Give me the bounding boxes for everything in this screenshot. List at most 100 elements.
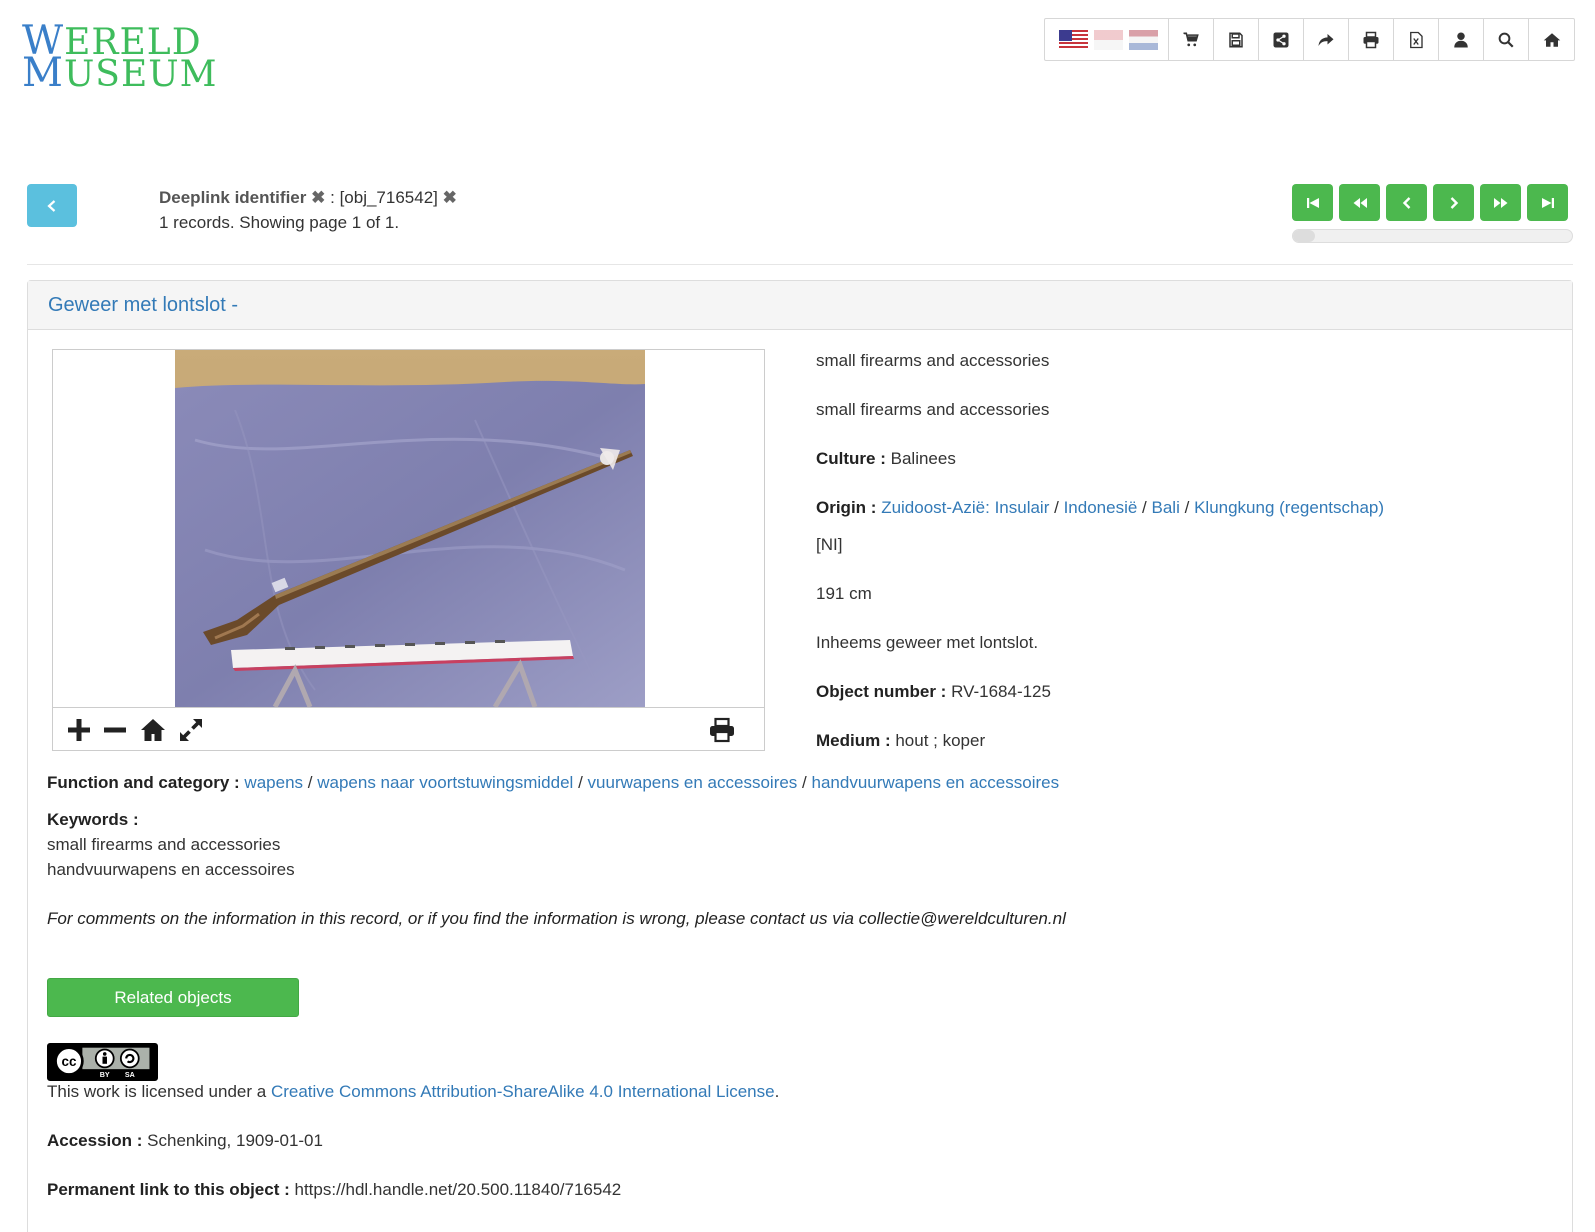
function-separator: / [578, 773, 583, 792]
results-summary: 1 records. Showing page 1 of 1. [159, 213, 400, 232]
fast-forward-button[interactable] [1480, 184, 1521, 221]
print-button[interactable] [1349, 19, 1394, 60]
share-button[interactable] [1259, 19, 1304, 60]
function-link-propulsion[interactable]: wapens naar voortstuwingsmiddel [317, 773, 573, 792]
chevron-left-icon [47, 199, 56, 212]
back-button[interactable] [27, 184, 77, 227]
matchlock-gun-image [175, 350, 645, 707]
search-button[interactable] [1484, 19, 1529, 60]
excel-icon [1410, 31, 1423, 48]
viewer-controls [53, 707, 764, 750]
user-icon [1454, 32, 1468, 47]
medium-value: hout ; koper [895, 731, 986, 750]
permalink-value[interactable]: https://hdl.handle.net/20.500.11840/7165… [295, 1180, 622, 1199]
cc-license-badge[interactable]: cc BY SA [47, 1043, 158, 1081]
description-text: Inheems geweer met lontslot. [816, 633, 1039, 652]
image-viewer[interactable] [52, 349, 765, 751]
search-criteria: Deeplink identifier ✖ : [obj_716542] ✖ 1… [159, 185, 457, 235]
page-progress-fill [1293, 230, 1316, 242]
keywords-field: Keywords : small firearms and accessorie… [47, 807, 295, 882]
first-page-button[interactable] [1292, 184, 1333, 221]
function-separator: / [802, 773, 807, 792]
object-number-label: Object number : [816, 682, 947, 701]
flag-indonesian-icon[interactable] [1094, 29, 1123, 50]
medium-field: Medium : hout ; koper [816, 729, 985, 753]
chevron-right-icon [1450, 196, 1458, 209]
forward-button[interactable] [1304, 19, 1349, 60]
creative-commons-icon: cc BY SA [52, 1045, 153, 1079]
home-icon [1543, 32, 1560, 47]
keyword-item: small firearms and accessories [47, 835, 281, 854]
record-title[interactable]: Geweer met lontslot - [28, 281, 1572, 330]
feedback-note: For comments on the information in this … [47, 909, 1066, 928]
print-image-icon[interactable] [708, 716, 736, 744]
medium-label: Medium : [816, 731, 891, 750]
origin-link-region[interactable]: Zuidoost-Azië: Insulair [881, 498, 1049, 517]
shopping-cart-button[interactable] [1169, 19, 1214, 60]
export-excel-button[interactable] [1394, 19, 1439, 60]
object-photo[interactable] [175, 350, 645, 707]
next-button[interactable] [1433, 184, 1474, 221]
origin-note: [NI] [816, 535, 843, 554]
criterion-label: Deeplink identifier [159, 188, 307, 207]
origin-label: Origin : [816, 498, 877, 517]
language-selector [1045, 19, 1169, 60]
permalink-label: Permanent link to this object : [47, 1180, 290, 1199]
culture-field: Culture : Balinees [816, 447, 956, 471]
license-link[interactable]: Creative Commons Attribution-ShareAlike … [271, 1082, 775, 1101]
fullscreen-icon[interactable] [177, 716, 205, 744]
flag-dutch-icon[interactable] [1129, 29, 1158, 50]
user-button[interactable] [1439, 19, 1484, 60]
criterion-value: [obj_716542] [339, 188, 438, 207]
flag-english-icon[interactable] [1059, 29, 1088, 50]
remove-criterion-icon[interactable]: ✖ [311, 188, 325, 207]
fast-forward-icon [1493, 197, 1507, 208]
function-link-firearms[interactable]: vuurwapens en accessoires [588, 773, 798, 792]
museum-logo[interactable]: WERELD MUSEUM [22, 21, 216, 93]
origin-link-island[interactable]: Bali [1152, 498, 1180, 517]
forward-icon [1318, 33, 1334, 46]
dimension-value: 191 cm [816, 584, 872, 603]
permalink-field: Permanent link to this object : https://… [47, 1177, 621, 1202]
by-text: BY [100, 1071, 110, 1079]
cc-text: cc [61, 1054, 76, 1069]
top-toolbar [1044, 18, 1575, 61]
save-icon [1229, 32, 1243, 47]
previous-button[interactable] [1386, 184, 1427, 221]
function-link-weapons[interactable]: wapens [244, 773, 303, 792]
zoom-out-icon[interactable] [101, 716, 129, 744]
page-progress-bar[interactable] [1292, 229, 1573, 243]
save-button[interactable] [1214, 19, 1259, 60]
logo-word-museum: USEUM [63, 54, 218, 95]
object-number-value: RV-1684-125 [951, 682, 1051, 701]
accession-value: Schenking, 1909-01-01 [147, 1131, 323, 1150]
origin-separator: / [1142, 498, 1147, 517]
print-icon [1363, 31, 1379, 48]
function-link-handheld-firearms[interactable]: handvuurwapens en accessoires [812, 773, 1060, 792]
zoom-in-icon[interactable] [65, 716, 93, 744]
sa-text: SA [125, 1071, 135, 1079]
accession-field: Accession : Schenking, 1909-01-01 [47, 1128, 323, 1153]
origin-field: Origin : Zuidoost-Azië: Insulair / Indon… [816, 496, 1384, 520]
culture-label: Culture : [816, 449, 886, 468]
divider [27, 264, 1573, 265]
criterion-separator: : [330, 188, 335, 207]
origin-separator: / [1054, 498, 1059, 517]
function-label: Function and category : [47, 773, 240, 792]
function-separator: / [307, 773, 313, 792]
license-statement: This work is licensed under a Creative C… [47, 1079, 779, 1104]
function-category-field: Function and category : wapens / wapens … [47, 770, 1059, 795]
origin-link-country[interactable]: Indonesië [1064, 498, 1138, 517]
origin-link-regency[interactable]: Klungkung (regentschap) [1194, 498, 1384, 517]
home-button[interactable] [1529, 19, 1574, 60]
fast-backward-button[interactable] [1339, 184, 1380, 221]
remove-value-icon[interactable]: ✖ [443, 188, 457, 207]
category-line-1: small firearms and accessories [816, 351, 1050, 370]
fast-backward-icon [1353, 197, 1367, 208]
home-icon[interactable] [139, 716, 167, 744]
keywords-label: Keywords : [47, 810, 139, 829]
license-suffix: . [774, 1082, 780, 1101]
logo-letter-m: M [22, 50, 64, 96]
related-objects-button[interactable]: Related objects [47, 978, 299, 1017]
last-page-button[interactable] [1527, 184, 1568, 221]
